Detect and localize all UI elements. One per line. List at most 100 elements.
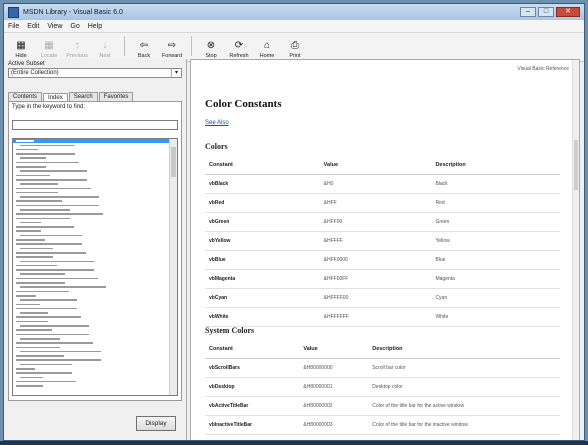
close-button[interactable]: ✕ <box>556 7 580 17</box>
keyword-list-scrollbar[interactable] <box>169 139 177 395</box>
constant-cell: vbWhite <box>205 307 320 327</box>
locate-button[interactable]: ▦ Locate <box>38 40 60 59</box>
back-button[interactable]: ⇦ Back <box>133 40 155 59</box>
next-button[interactable]: ↓ Next <box>94 40 116 59</box>
previous-button[interactable]: ↑ Previous <box>66 40 88 59</box>
list-item-placeholder <box>16 217 70 220</box>
list-item-placeholder <box>16 367 35 370</box>
keyword-list[interactable] <box>12 138 178 396</box>
menu-file[interactable]: File <box>8 23 19 30</box>
list-item-placeholder <box>20 209 70 211</box>
list-item-placeholder <box>16 251 86 254</box>
next-icon: ↓ <box>102 40 108 51</box>
list-item-placeholder <box>16 204 99 207</box>
see-also-link[interactable]: See Also <box>205 120 229 126</box>
list-item-placeholder <box>20 299 77 301</box>
taskbar <box>0 441 588 445</box>
menu-go[interactable]: Go <box>70 23 79 30</box>
value-cell: &HFFFF00 <box>319 288 432 308</box>
table-row: vbActiveTitleBar &H80000002 Color of the t… <box>205 396 560 416</box>
maximize-button[interactable]: □ <box>538 7 554 17</box>
system-colors-heading: System Colors <box>205 326 255 335</box>
constant-cell: vbDesktop <box>205 377 300 397</box>
table-row: vbBlack &H0 Black <box>205 174 560 194</box>
description-cell: Scroll bar color <box>368 358 560 378</box>
list-item[interactable] <box>13 384 177 388</box>
scroll-thumb[interactable] <box>171 147 176 177</box>
column-header-description: Description <box>431 156 560 175</box>
tab-search[interactable]: Search <box>68 92 98 101</box>
value-cell: &H0 <box>319 174 432 194</box>
list-item-placeholder <box>16 307 77 310</box>
table-row: vbRed &HFF Red <box>205 193 560 213</box>
list-item-placeholder <box>16 256 53 258</box>
column-header-constant: Constant <box>205 156 320 175</box>
constant-cell: vbInactiveTitleBar <box>205 415 300 435</box>
constant-cell: vbYellow <box>205 231 320 251</box>
display-button[interactable]: Display <box>136 416 176 431</box>
table-row: vbInactiveTitleBar &H80000003 Color of the… <box>205 415 560 435</box>
list-item-placeholder <box>20 234 82 237</box>
forward-button[interactable]: ⇨ Forward <box>161 40 183 59</box>
list-item-placeholder <box>16 355 64 357</box>
keyword-input[interactable] <box>12 120 178 130</box>
menu-view[interactable]: View <box>47 23 62 30</box>
home-button[interactable]: ⌂ Home <box>256 40 278 59</box>
refresh-icon: ⟳ <box>234 40 244 51</box>
stop-button[interactable]: ⊗ Stop <box>200 40 222 59</box>
list-item-placeholder <box>20 260 94 263</box>
title-bar[interactable]: MSDN Library - Visual Basic 6.0 – □ ✕ <box>4 4 584 20</box>
refresh-button[interactable]: ⟳ Refresh <box>228 40 250 59</box>
value-cell: &HFF00 <box>319 212 432 232</box>
hide-button[interactable]: ▦ Hide <box>10 40 32 59</box>
list-item-placeholder <box>20 221 41 224</box>
keyword-label: Type in the keyword to find: <box>12 104 86 110</box>
list-item-placeholder <box>16 277 98 280</box>
list-item-placeholder <box>16 178 87 181</box>
column-header-value: Value <box>319 156 432 175</box>
list-item-placeholder <box>16 359 101 361</box>
app-window: MSDN Library - Visual Basic 6.0 – □ ✕ Fi… <box>3 3 585 441</box>
forward-icon: ⇨ <box>167 40 177 51</box>
description-cell: Color of the title bar for the active wi… <box>368 396 560 416</box>
list-item-placeholder <box>16 333 89 336</box>
topic-scrollbar[interactable] <box>572 60 579 440</box>
list-item-placeholder <box>16 161 79 164</box>
list-item-placeholder <box>16 174 50 177</box>
constant-cell: vbMagenta <box>205 269 320 289</box>
menu-help[interactable]: Help <box>88 23 102 30</box>
chevron-down-icon[interactable]: ▾ <box>171 69 181 77</box>
menu-bar: File Edit View Go Help <box>4 20 584 33</box>
subset-dropdown[interactable]: (Entire Collection) ▾ <box>8 68 182 78</box>
column-header-value: Value <box>299 340 369 359</box>
topic-pane: Visual Basic Reference Color Constants S… <box>190 59 580 440</box>
scroll-thumb[interactable] <box>574 140 578 190</box>
tab-contents[interactable]: Contents <box>8 92 43 101</box>
menu-edit[interactable]: Edit <box>27 23 39 30</box>
minimize-button[interactable]: – <box>520 7 536 17</box>
description-cell: Red <box>431 193 560 213</box>
back-icon: ⇦ <box>139 40 149 51</box>
subset-value: (Entire Collection) <box>11 70 59 76</box>
previous-icon: ↑ <box>74 40 80 51</box>
print-icon: ⎙ <box>291 40 299 51</box>
toolbar: ▦ Hide ▦ Locate ↑ Previous ↓ Next ⇦ Back ⇨ Forward ⊗… <box>4 33 584 62</box>
locate-icon: ▦ <box>44 40 54 51</box>
description-cell: Color of the title bar for the inactive … <box>368 415 560 435</box>
tab-favorites[interactable]: Favorites <box>98 92 134 101</box>
value-cell: &H80000003 <box>299 415 369 435</box>
breadcrumb[interactable]: Visual Basic Reference <box>517 66 569 72</box>
list-item-placeholder <box>16 380 76 383</box>
stop-icon: ⊗ <box>206 40 216 51</box>
description-cell: Cyan <box>431 288 560 308</box>
hide-icon: ▦ <box>16 40 26 51</box>
list-item-placeholder <box>20 273 65 276</box>
app-icon <box>8 6 19 18</box>
list-item-placeholder <box>20 247 53 250</box>
description-cell: Black <box>431 174 560 194</box>
list-item-placeholder <box>20 170 87 172</box>
table-row: vbMagenta &HFF00FF Magenta <box>205 269 560 289</box>
description-cell: Yellow <box>431 231 560 251</box>
table-row: vbScrollBars &H80000000 Scroll bar color <box>205 358 560 378</box>
print-button[interactable]: ⎙ Print <box>284 40 306 59</box>
